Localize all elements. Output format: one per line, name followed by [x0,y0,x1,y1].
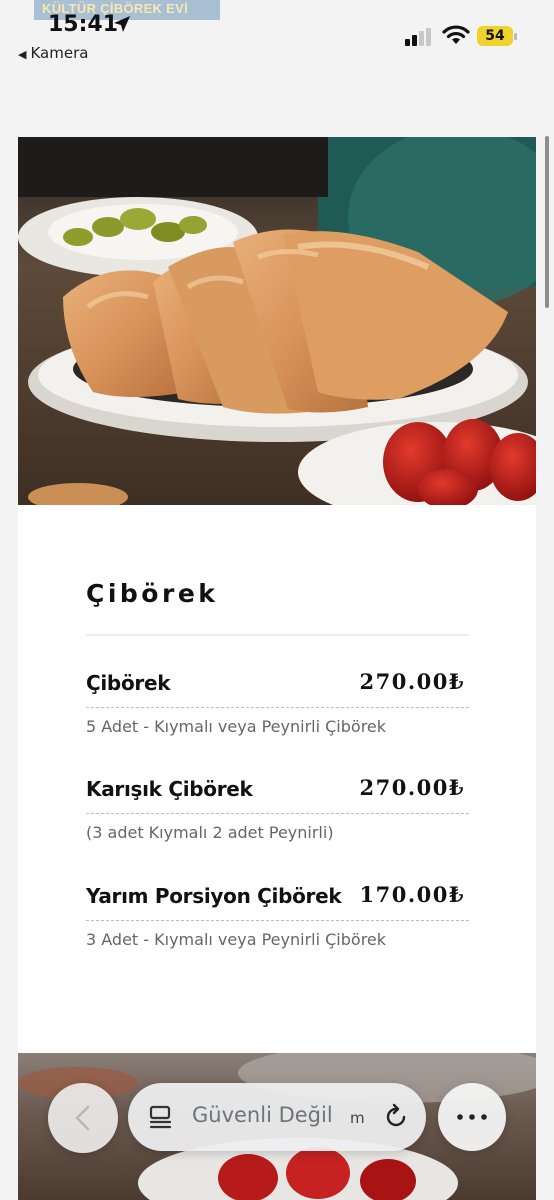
location-arrow-icon [114,16,130,32]
status-bar: 15:41 ◀ Kamera 54 [0,0,554,70]
more-icon [457,1114,487,1120]
menu-item-name: Yarım Porsiyon Çibörek [86,884,342,908]
menu-item-divider [86,707,469,708]
menu-item-name: Karışık Çibörek [86,777,253,801]
menu-item-price: 170.00₺ [359,882,465,907]
cibörek-photo-illustration [18,137,536,505]
page-scrollbar[interactable] [545,136,549,308]
menu-item-price: 270.00₺ [359,775,465,800]
title-divider [86,634,469,636]
menu-item-description: 5 Adet - Kıymalı veya Peynirli Çibörek [86,717,387,736]
battery-icon: 54 [477,26,517,46]
menu-card: Çibörek Çibörek 270.00₺ 5 Adet - Kıymalı… [18,505,536,1053]
status-time: 15:41 [48,12,119,37]
signal-icon [405,28,431,46]
reload-icon[interactable] [382,1103,410,1131]
menu-item-divider [86,920,469,921]
more-options-button[interactable] [438,1083,506,1151]
back-to-app-link[interactable]: ◀ Kamera [18,44,88,62]
battery-level: 54 [477,26,513,46]
back-chevron-icon [75,1105,90,1131]
url-tail-text: m [350,1109,365,1127]
menu-item-description: (3 adet Kıymalı 2 adet Peynirli) [86,823,334,842]
back-triangle-icon: ◀ [18,48,27,61]
menu-item-divider [86,813,469,814]
back-app-label: Kamera [30,44,89,62]
menu-item-name: Çibörek [86,671,171,695]
browser-back-button[interactable] [48,1083,118,1153]
wifi-icon [442,25,470,44]
menu-item-price: 270.00₺ [359,669,465,694]
reader-icon[interactable] [148,1105,174,1131]
address-bar[interactable]: Güvenli Değil m [128,1083,426,1151]
section-title: Çibörek [86,579,219,608]
url-security-label: Güvenli Değil [192,1103,333,1127]
cibörek-photo [18,137,536,505]
menu-item-description: 3 Adet - Kıymalı veya Peynirli Çibörek [86,930,387,949]
